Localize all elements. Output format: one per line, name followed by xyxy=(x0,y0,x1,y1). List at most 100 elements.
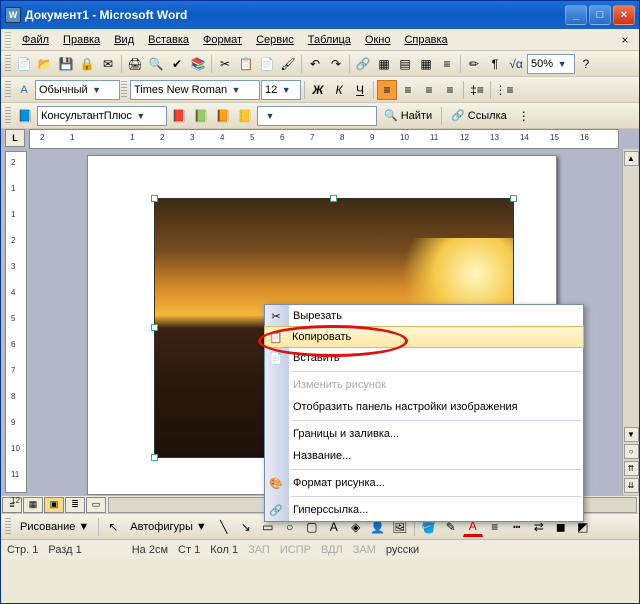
select-objects-button[interactable]: ↖ xyxy=(103,517,123,537)
consultant-combo[interactable]: КонсультантПлюс▼ xyxy=(37,106,167,126)
ruler-corner[interactable]: L xyxy=(5,129,25,147)
menu-edit[interactable]: Правка xyxy=(57,32,106,48)
cut-button[interactable]: ✂ xyxy=(215,54,235,74)
zoom-combo[interactable]: 50%▼ xyxy=(527,54,575,74)
resize-handle[interactable] xyxy=(151,454,158,461)
maximize-button[interactable]: □ xyxy=(589,5,611,25)
resize-handle[interactable] xyxy=(510,195,517,202)
copy-button[interactable]: 📋 xyxy=(236,54,256,74)
ctx-show-picture-toolbar[interactable]: Отобразить панель настройки изображения xyxy=(265,396,583,418)
permission-button[interactable]: 🔒 xyxy=(77,54,97,74)
preview-button[interactable]: 🔍 xyxy=(146,54,166,74)
scroll-down-button[interactable]: ▼ xyxy=(624,427,639,442)
print-layout-button[interactable]: ▣ xyxy=(44,497,64,513)
underline-button[interactable]: Ч xyxy=(350,80,370,100)
minimize-button[interactable]: _ xyxy=(565,5,587,25)
outline-view-button[interactable]: ≣ xyxy=(65,497,85,513)
menu-table[interactable]: Таблица xyxy=(302,32,357,48)
format-painter-button[interactable]: 🖌 xyxy=(278,54,298,74)
horizontal-ruler[interactable]: 2112345678910111213141516 xyxy=(29,129,619,149)
ctx-caption[interactable]: Название... xyxy=(265,445,583,467)
menu-view[interactable]: Вид xyxy=(108,32,140,48)
menu-insert[interactable]: Вставка xyxy=(142,32,195,48)
mail-button[interactable]: ✉ xyxy=(98,54,118,74)
insert-table-button[interactable]: ▤ xyxy=(395,54,415,74)
ctx-format-picture[interactable]: 🎨Формат рисунка... xyxy=(265,472,583,494)
doc-map-button[interactable]: ¶ xyxy=(485,54,505,74)
help-button[interactable]: ? xyxy=(576,54,596,74)
italic-button[interactable]: К xyxy=(329,80,349,100)
drawing-button[interactable]: ✏ xyxy=(464,54,484,74)
excel-button[interactable]: ▦ xyxy=(416,54,436,74)
menu-format[interactable]: Формат xyxy=(197,32,248,48)
vertical-scrollbar[interactable]: ▲ ▼ ○ ⇈ ⇊ xyxy=(622,149,639,495)
autoshapes-menu[interactable]: Автофигуры▼ xyxy=(125,517,211,537)
close-button[interactable]: × xyxy=(613,5,635,25)
paste-button[interactable]: 📄 xyxy=(257,54,277,74)
arrow-button[interactable]: ↘ xyxy=(236,517,256,537)
consultant-search[interactable]: ▼ xyxy=(257,106,377,126)
next-page-button[interactable]: ⇊ xyxy=(624,478,639,493)
show-marks-button[interactable]: √α xyxy=(506,54,526,74)
menu-window[interactable]: Окно xyxy=(359,32,397,48)
bullets-button[interactable]: ⋮≡ xyxy=(494,80,514,100)
consultant-btn4[interactable]: 📒 xyxy=(235,106,255,126)
menu-tools[interactable]: Сервис xyxy=(250,32,300,48)
consultant-btn1[interactable]: 📕 xyxy=(169,106,189,126)
web-view-button[interactable]: ▦ xyxy=(23,497,43,513)
mdi-close-button[interactable]: × xyxy=(615,30,635,50)
redo-button[interactable]: ↷ xyxy=(326,54,346,74)
drawing-menu[interactable]: Рисование▼ xyxy=(15,517,94,537)
chevron-down-icon: ▼ xyxy=(90,85,104,95)
ctx-paste[interactable]: 📄Вставить xyxy=(265,347,583,369)
align-left-button[interactable]: ≡ xyxy=(377,80,397,100)
ctx-cut[interactable]: ✂Вырезать xyxy=(265,305,583,327)
toolbar-grip[interactable] xyxy=(5,81,11,99)
bold-button[interactable]: Ж xyxy=(308,80,328,100)
ctx-borders-shading[interactable]: Границы и заливка... xyxy=(265,423,583,445)
align-right-button[interactable]: ≡ xyxy=(419,80,439,100)
toolbar-grip[interactable] xyxy=(121,81,127,99)
menu-file[interactable]: Файл xyxy=(16,32,55,48)
save-button[interactable]: 💾 xyxy=(56,54,76,74)
font-combo[interactable]: Times New Roman▼ xyxy=(130,80,260,100)
consultant-icon[interactable]: 📘 xyxy=(15,106,35,126)
consultant-btn3[interactable]: 📙 xyxy=(213,106,233,126)
resize-handle[interactable] xyxy=(151,195,158,202)
scroll-up-button[interactable]: ▲ xyxy=(624,151,639,166)
toolbar-grip[interactable] xyxy=(5,55,11,73)
align-center-button[interactable]: ≡ xyxy=(398,80,418,100)
menu-help[interactable]: Справка xyxy=(398,32,453,48)
font-size-combo[interactable]: 12▼ xyxy=(261,80,301,100)
reading-view-button[interactable]: ▭ xyxy=(86,497,106,513)
research-button[interactable]: 📚 xyxy=(188,54,208,74)
consultant-more[interactable]: ⋮ xyxy=(514,106,534,126)
browse-select-button[interactable]: ○ xyxy=(624,444,639,459)
link-icon: 🔗 xyxy=(451,109,465,122)
open-button[interactable]: 📂 xyxy=(35,54,55,74)
link-button[interactable]: 🔗Ссылка xyxy=(446,106,512,126)
line-spacing-button[interactable]: ‡≡ xyxy=(467,80,487,100)
ctx-copy[interactable]: 📋Копировать xyxy=(264,326,584,348)
style-combo[interactable]: Обычный▼ xyxy=(35,80,120,100)
resize-handle[interactable] xyxy=(330,195,337,202)
prev-page-button[interactable]: ⇈ xyxy=(624,461,639,476)
tables-button[interactable]: ▦ xyxy=(374,54,394,74)
vertical-ruler[interactable]: 21123456789101112 xyxy=(5,151,27,493)
toolbar-grip[interactable] xyxy=(5,107,11,125)
print-button[interactable]: 🖨 xyxy=(125,54,145,74)
new-doc-button[interactable]: 📄 xyxy=(14,54,34,74)
resize-handle[interactable] xyxy=(151,324,158,331)
columns-button[interactable]: ≡ xyxy=(437,54,457,74)
ctx-hyperlink[interactable]: 🔗Гиперссылка... xyxy=(265,499,583,521)
style-icon[interactable]: A xyxy=(14,80,34,100)
toolbar-grip[interactable] xyxy=(5,32,11,48)
line-button[interactable]: ╲ xyxy=(214,517,234,537)
toolbar-grip[interactable] xyxy=(5,518,11,536)
align-justify-button[interactable]: ≡ xyxy=(440,80,460,100)
undo-button[interactable]: ↶ xyxy=(305,54,325,74)
hyperlink-button[interactable]: 🔗 xyxy=(353,54,373,74)
find-button[interactable]: 🔍Найти xyxy=(379,106,437,126)
spellcheck-button[interactable]: ✔ xyxy=(167,54,187,74)
consultant-btn2[interactable]: 📗 xyxy=(191,106,211,126)
